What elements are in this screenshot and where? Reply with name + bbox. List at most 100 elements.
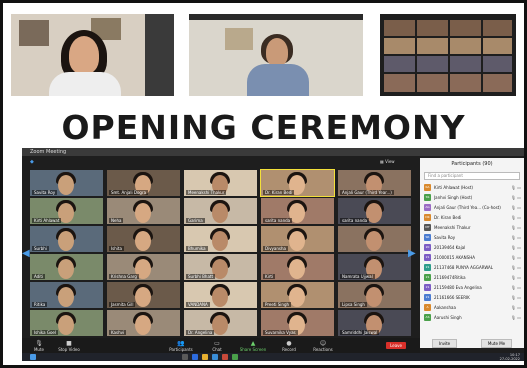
start-icon[interactable] — [30, 354, 36, 360]
record-label: Record — [282, 347, 296, 352]
share-screen-label: Share Screen — [239, 347, 267, 352]
participant-name: Aarushi Singh — [434, 314, 462, 320]
search-icon[interactable] — [182, 354, 188, 360]
video-tile[interactable]: Neha — [107, 198, 180, 224]
video-tile[interactable]: Meenakshi Thakur — [184, 170, 257, 196]
video-tile[interactable]: sarita nanda — [338, 198, 411, 224]
video-tile[interactable]: Ritika — [30, 282, 103, 308]
video-tile[interactable]: Namrata Ujjwal — [338, 254, 411, 280]
excel-icon[interactable] — [232, 354, 238, 360]
participant-row[interactable]: A Aakanshaa 🎙 ▭ — [420, 302, 524, 312]
video-tile[interactable]: Anjali Gaur (Third Year...) — [338, 170, 411, 196]
video-tile[interactable]: Divyansha — [261, 226, 334, 252]
tile-name-label: Kirti — [263, 274, 276, 279]
video-tile[interactable]: Samriddhi Jaiswal — [338, 310, 411, 336]
video-tile[interactable]: Surbhi Bhatt — [184, 254, 257, 280]
participant-row[interactable]: DK Dr. Kiran Bedi 🎙 ▭ — [420, 212, 524, 222]
participant-row[interactable]: 21 21169474Ritika 🎙 ▭ — [420, 272, 524, 282]
smiley-icon: ☺ — [319, 340, 327, 347]
chat-icon: ▭ — [214, 340, 220, 347]
participant-row[interactable]: 21 21161666 SEERIK 🎙 ▭ — [420, 292, 524, 302]
video-tile[interactable]: Ishita — [107, 226, 180, 252]
folder-icon[interactable] — [202, 354, 208, 360]
participant-list: KA Kirti Ahlawat (Host) 🎙 ▭ SS Janhvi Singh … — [420, 182, 524, 322]
video-tile[interactable]: Kirti — [261, 254, 334, 280]
tile-name-label: Lipsa Singh — [340, 302, 367, 307]
participant-face — [289, 231, 305, 251]
windows-taskbar: 10:17 27-02-2022 — [22, 353, 524, 361]
avatar: 21 — [424, 273, 431, 281]
leave-button[interactable]: Leave — [386, 342, 406, 349]
participant-face — [58, 175, 74, 195]
participants-title: Participants (90) — [451, 161, 493, 167]
participant-row[interactable]: KA Kirti Ahlawat (Host) 🎙 ▭ — [420, 182, 524, 192]
zoom-app-icon[interactable] — [192, 354, 198, 360]
stop-video-button[interactable]: ■ Stop Video — [54, 340, 84, 352]
participant-row[interactable]: 21 21137468 PUNYA AGGARWAL 🎙 ▭ — [420, 262, 524, 272]
avatar: 21 — [424, 293, 431, 301]
chat-button[interactable]: ▭ Chat — [202, 340, 232, 352]
avatar: 21 — [424, 263, 431, 271]
video-tile[interactable]: Kashvi — [107, 310, 180, 336]
avatar: MT — [424, 223, 431, 231]
video-tile[interactable]: Preeti Singh — [261, 282, 334, 308]
avatar: AG — [424, 203, 431, 211]
video-tile[interactable]: Garima — [184, 198, 257, 224]
video-tile[interactable]: Surbhi — [30, 226, 103, 252]
tile-name-label: Smt. Anjali Dogra — [109, 190, 149, 195]
participant-search-input[interactable]: Find a participant — [424, 172, 520, 180]
video-tile[interactable]: sarita nanda — [261, 198, 334, 224]
video-tile[interactable]: Dr. Kiran Bedi — [260, 169, 335, 197]
video-tile[interactable]: Suvarnika Vyas — [261, 310, 334, 336]
participant-face — [289, 259, 305, 279]
participant-row[interactable]: SS Janhvi Singh (Host) 🎙 ▭ — [420, 192, 524, 202]
tile-name-label: Meenakshi Thakur — [186, 190, 227, 195]
mute-button[interactable]: 🎙 Mute — [24, 340, 54, 352]
tile-name-label: Suvarnika Vyas — [263, 330, 298, 335]
participant-row[interactable]: MT Meenakshi Thakur 🎙 ▭ — [420, 222, 524, 232]
next-page-arrow[interactable]: ▶ — [408, 248, 416, 259]
participant-name: 21137468 PUNYA AGGARWAL — [434, 264, 494, 270]
tile-name-label: Dr. Angelina — [186, 330, 215, 335]
mute-me-button[interactable]: Mute Me — [480, 338, 513, 348]
shield-icon: ◆ — [30, 159, 34, 165]
participant-face — [212, 203, 228, 223]
video-tile[interactable]: Lipsa Singh — [338, 282, 411, 308]
video-tile[interactable]: Ishika Goel — [30, 310, 103, 336]
video-tile[interactable]: Krishna Garg — [107, 254, 180, 280]
tile-name-label: Kashvi — [109, 330, 127, 335]
participant-row[interactable]: AS Aarushi Singh 🎙 ▭ — [420, 312, 524, 322]
video-tile[interactable]: Bhumika — [184, 226, 257, 252]
participant-row[interactable]: AG Anjali Gaur (Third Yea... (Co-host) 🎙 ▭ — [420, 202, 524, 212]
participant-face — [135, 287, 151, 307]
share-screen-button[interactable]: ▲ Share Screen — [238, 340, 268, 352]
video-tile[interactable]: Smt. Anjali Dogra — [107, 170, 180, 196]
video-tile[interactable]: VANDANA — [184, 282, 257, 308]
video-tile[interactable]: Dr. Angelina — [184, 310, 257, 336]
participant-row[interactable]: SR Savita Roy 🎙 ▭ — [420, 232, 524, 242]
participant-row[interactable]: 21 21159480 Eva Angelina 🎙 ▭ — [420, 282, 524, 292]
browser-icon[interactable] — [212, 354, 218, 360]
microphone-icon: 🎙 — [35, 340, 43, 347]
tile-name-label: Neha — [109, 218, 124, 223]
participants-label: Participants — [169, 347, 193, 352]
participants-button[interactable]: 👥 Participants — [166, 340, 196, 352]
record-button[interactable]: ● Record — [274, 340, 304, 352]
participant-name: Dr. Kiran Bedi — [434, 214, 462, 220]
tile-name-label: Kirti Ahlawat — [32, 218, 62, 223]
invite-button[interactable]: Invite — [431, 338, 458, 348]
view-button[interactable]: ▦ View — [380, 159, 395, 164]
participant-row[interactable]: 21 21000015 AKANSHA 🎙 ▭ — [420, 252, 524, 262]
office-icon[interactable] — [222, 354, 228, 360]
mic-camera-icons: 🎙 ▭ — [510, 184, 521, 190]
video-tile[interactable]: Savita Roy — [30, 170, 103, 196]
video-tile[interactable] — [338, 226, 411, 252]
participant-row[interactable]: 20 20139464 Kajal 🎙 ▭ — [420, 242, 524, 252]
tile-name-label: Surbhi Bhatt — [186, 274, 216, 279]
tile-name-label: Surbhi — [32, 246, 49, 251]
video-tile[interactable]: Jasmita Gill — [107, 282, 180, 308]
reactions-button[interactable]: ☺ Reactions — [308, 340, 338, 352]
previous-page-arrow[interactable]: ◀ — [22, 248, 30, 259]
video-tile[interactable]: Kirti Ahlawat — [30, 198, 103, 224]
video-tile[interactable]: Aditi — [30, 254, 103, 280]
